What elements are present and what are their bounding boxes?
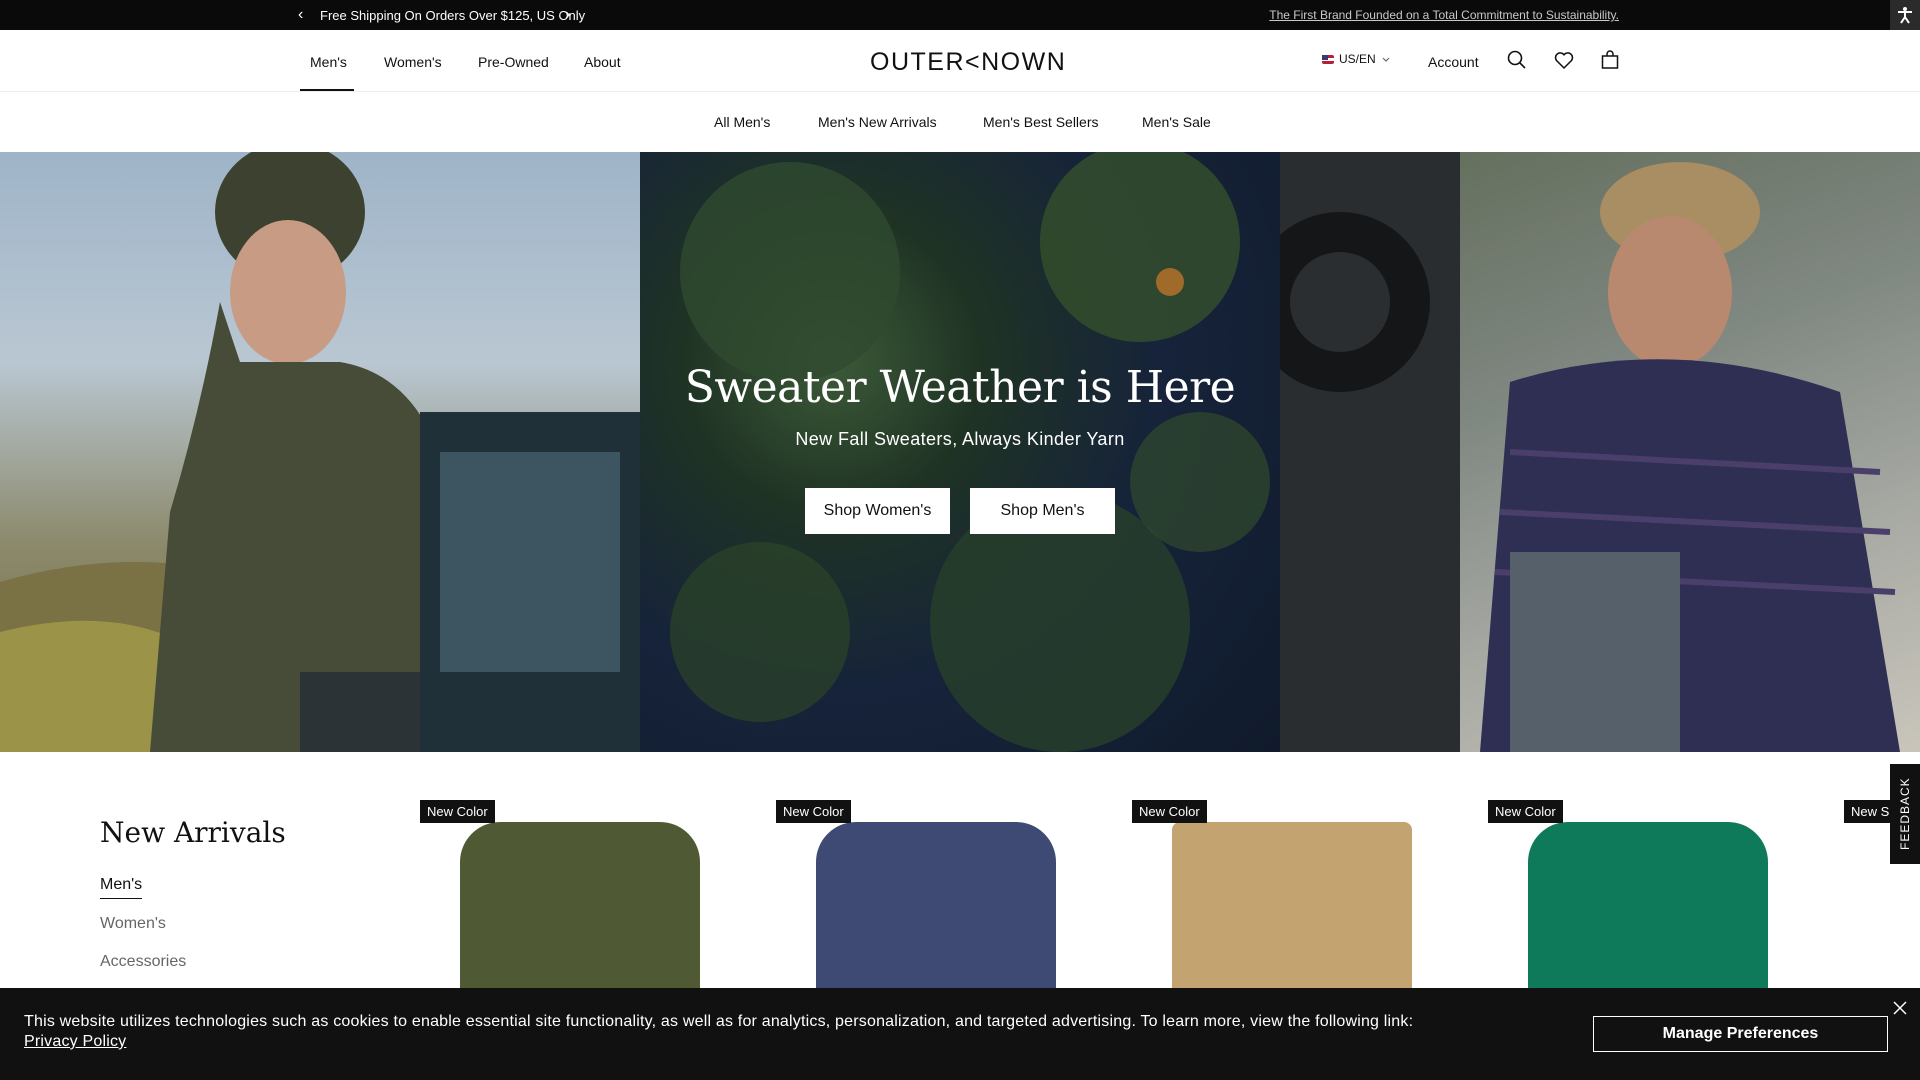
- tab-accessories[interactable]: Accessories: [100, 953, 186, 971]
- product-image: [1172, 822, 1412, 1000]
- hero-subtitle: New Fall Sweaters, Always Kinder Yarn: [795, 429, 1125, 449]
- shop-womens-button[interactable]: Shop Women's: [805, 488, 950, 534]
- product-card[interactable]: New Color: [776, 800, 1096, 1000]
- product-badge: New Color: [1488, 800, 1563, 823]
- product-card[interactable]: New Color: [1132, 800, 1452, 1000]
- product-badge: New Color: [1132, 800, 1207, 823]
- main-header: Men's Women's Pre-Owned About OUTER<NOWN…: [0, 30, 1920, 92]
- nav-about[interactable]: About: [584, 54, 621, 70]
- hero-image-women: [0, 152, 640, 752]
- product-badge: New S: [1844, 800, 1897, 823]
- sustainability-link[interactable]: The First Brand Founded on a Total Commi…: [1269, 8, 1619, 22]
- cookie-text: This website utilizes technologies such …: [24, 1013, 1414, 1030]
- tab-womens[interactable]: Women's: [100, 915, 166, 933]
- chevron-right-icon[interactable]: ›: [565, 6, 570, 24]
- cart-icon[interactable]: [1598, 48, 1622, 72]
- search-icon[interactable]: [1505, 48, 1529, 72]
- manage-preferences-button[interactable]: Manage Preferences: [1593, 1016, 1888, 1052]
- brand-logo[interactable]: OUTER<NOWN: [870, 48, 1066, 77]
- product-image: [1528, 822, 1768, 1000]
- cookie-banner: This website utilizes technologies such …: [0, 988, 1920, 1080]
- subnav-all-mens[interactable]: All Men's: [714, 114, 770, 130]
- announcement-bar: ‹ Free Shipping On Orders Over $125, US …: [0, 0, 1920, 30]
- subnav-mens-best-sellers[interactable]: Men's Best Sellers: [983, 114, 1099, 130]
- region-selector[interactable]: US/EN: [1322, 52, 1391, 66]
- chevron-down-icon: [1382, 57, 1390, 62]
- product-badge: New Color: [776, 800, 851, 823]
- subnav-mens-new-arrivals[interactable]: Men's New Arrivals: [818, 114, 937, 130]
- shop-mens-button[interactable]: Shop Men's: [970, 488, 1115, 534]
- product-card[interactable]: New Color: [1488, 800, 1808, 1000]
- product-badge: New Color: [420, 800, 495, 823]
- nav-mens[interactable]: Men's: [310, 54, 347, 70]
- heart-icon[interactable]: [1552, 48, 1576, 72]
- close-icon[interactable]: [1890, 998, 1910, 1018]
- subnav-mens-sale[interactable]: Men's Sale: [1142, 114, 1211, 130]
- tab-mens[interactable]: Men's: [100, 876, 143, 899]
- nav-womens[interactable]: Women's: [384, 54, 442, 70]
- hero-image-forest: [640, 152, 1280, 752]
- account-link[interactable]: Account: [1428, 54, 1479, 70]
- hero-banner: Sweater Weather is Here New Fall Sweater…: [0, 152, 1920, 752]
- new-arrivals-title: New Arrivals: [100, 816, 286, 849]
- region-label: US/EN: [1339, 52, 1376, 66]
- product-image: [460, 822, 700, 1000]
- product-image: [816, 822, 1056, 1000]
- announcement-message: Free Shipping On Orders Over $125, US On…: [320, 8, 586, 23]
- hero-title: Sweater Weather is Here: [684, 362, 1236, 413]
- sub-navigation: All Men's Men's New Arrivals Men's Best …: [0, 92, 1920, 152]
- accessibility-icon[interactable]: [1890, 0, 1920, 30]
- chevron-left-icon[interactable]: ‹: [298, 6, 303, 24]
- privacy-policy-link[interactable]: Privacy Policy: [24, 1032, 1524, 1052]
- nav-pre-owned[interactable]: Pre-Owned: [478, 54, 549, 70]
- feedback-tab[interactable]: FEEDBACK: [1890, 764, 1920, 864]
- cookie-message: This website utilizes technologies such …: [24, 1012, 1524, 1052]
- nav-active-indicator: [300, 89, 354, 91]
- us-flag-icon: [1322, 54, 1334, 64]
- hero-image-men: [1280, 152, 1920, 752]
- product-card[interactable]: New Color: [420, 800, 740, 1000]
